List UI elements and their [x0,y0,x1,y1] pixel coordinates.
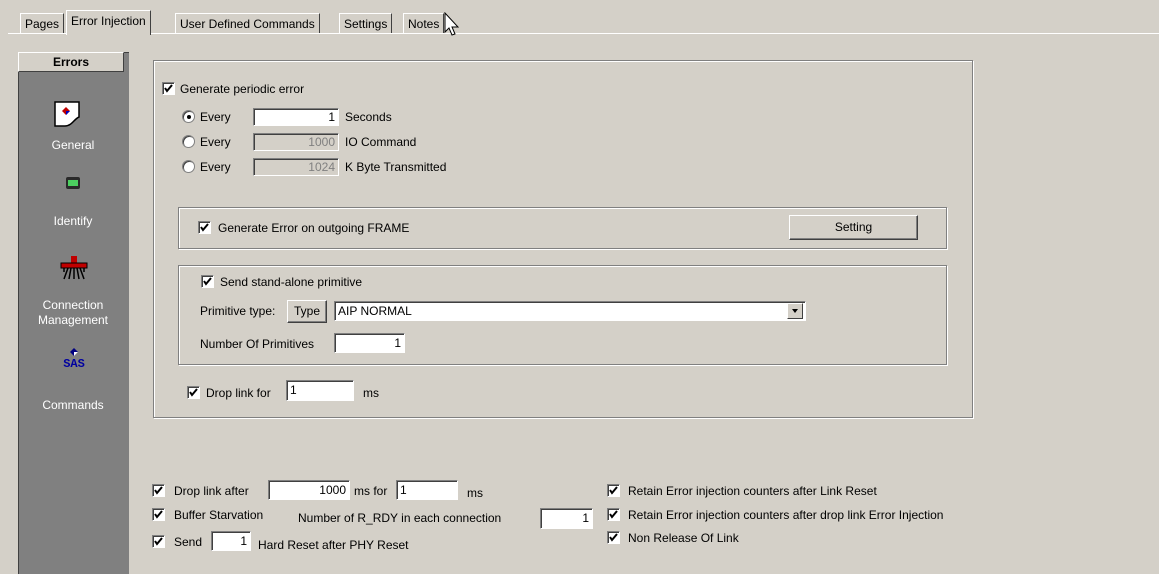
io-command-field[interactable]: 1000 [253,133,339,151]
every-seconds-radio[interactable] [182,110,195,123]
drop-link-for-label: Drop link for [206,386,271,400]
sidebar-item-general[interactable]: General [18,138,128,153]
ms-for-label: ms for [354,484,388,498]
sidebar-item-commands[interactable]: Commands [18,398,128,413]
every-label: Every [200,135,231,149]
seconds-unit: Seconds [345,110,392,124]
number-of-primitives-label: Number Of Primitives [200,337,315,351]
send-hard-reset-checkbox[interactable] [152,535,165,548]
retain-after-drop-link-label: Retain Error injection counters after dr… [628,508,944,522]
send-label: Send [174,535,203,549]
tab-settings[interactable]: Settings [339,13,393,34]
every-io-command-radio[interactable] [182,135,195,148]
retain-after-link-reset-label: Retain Error injection counters after Li… [628,484,877,498]
drop-link-after-label: Drop link after [174,484,249,498]
primitive-type-select[interactable]: AIP NORMAL [334,301,806,321]
kbyte-field[interactable]: 1024 [253,158,339,176]
io-command-unit: IO Command [345,135,417,149]
drop-link-for-checkbox[interactable] [187,386,200,399]
send-standalone-primitive-label: Send stand-alone primitive [220,275,363,289]
hard-reset-label: Hard Reset after PHY Reset [258,538,409,552]
mouse-cursor-icon [444,12,460,36]
every-label: Every [200,160,231,174]
tab-notes[interactable]: Notes [403,13,445,34]
drop-link-after-field[interactable]: 1000 [268,480,350,500]
sidebar-header-errors[interactable]: Errors [18,52,124,72]
generate-error-frame-checkbox[interactable] [198,221,211,234]
non-release-of-link-label: Non Release Of Link [628,531,739,545]
every-kbyte-radio[interactable] [182,160,195,173]
kbyte-unit: K Byte Transmitted [345,160,447,174]
non-release-of-link-checkbox[interactable] [607,531,620,544]
generate-periodic-error-label: Generate periodic error [180,82,305,96]
drop-link-after-checkbox[interactable] [152,484,165,497]
chevron-down-icon [792,309,798,313]
every-label: Every [200,110,231,124]
drop-link-after-duration-field[interactable]: 1 [396,480,458,500]
tab-divider [8,33,1159,34]
tab-user-defined-commands[interactable]: User Defined Commands [175,13,320,34]
primitive-type-label: Primitive type: [200,304,276,318]
sas-commands-icon[interactable]: SAS [62,348,86,370]
setting-button[interactable]: Setting [789,215,918,240]
buffer-starvation-label: Buffer Starvation [174,508,264,522]
send-standalone-primitive-checkbox[interactable] [201,275,214,288]
tab-error-injection[interactable]: Error Injection [66,10,151,35]
generate-periodic-error-checkbox[interactable] [162,82,175,95]
sas-label: SAS [63,357,85,371]
seconds-field[interactable]: 1 [253,108,339,126]
identify-icon[interactable] [65,176,81,193]
tab-pages[interactable]: Pages [20,13,65,34]
rrdy-label: Number of R_RDY in each connection [298,511,502,525]
connection-icon[interactable] [60,255,88,286]
type-button[interactable]: Type [287,300,327,323]
primitive-type-dropdown-button[interactable] [787,303,803,319]
rrdy-field[interactable]: 1 [540,508,593,529]
general-icon[interactable] [52,99,82,132]
retain-after-drop-link-checkbox[interactable] [607,508,620,521]
hard-reset-count-field[interactable]: 1 [211,531,251,551]
drop-link-for-field[interactable]: 1 [286,380,354,401]
ms-label: ms [467,486,483,500]
generate-error-frame-label: Generate Error on outgoing FRAME [218,221,410,235]
sidebar-item-identify[interactable]: Identify [18,214,128,229]
sidebar-item-connection-management[interactable]: Connection Management [18,298,128,328]
drop-link-for-unit: ms [363,386,379,400]
number-of-primitives-field[interactable]: 1 [334,333,405,353]
buffer-starvation-checkbox[interactable] [152,508,165,521]
retain-after-link-reset-checkbox[interactable] [607,484,620,497]
